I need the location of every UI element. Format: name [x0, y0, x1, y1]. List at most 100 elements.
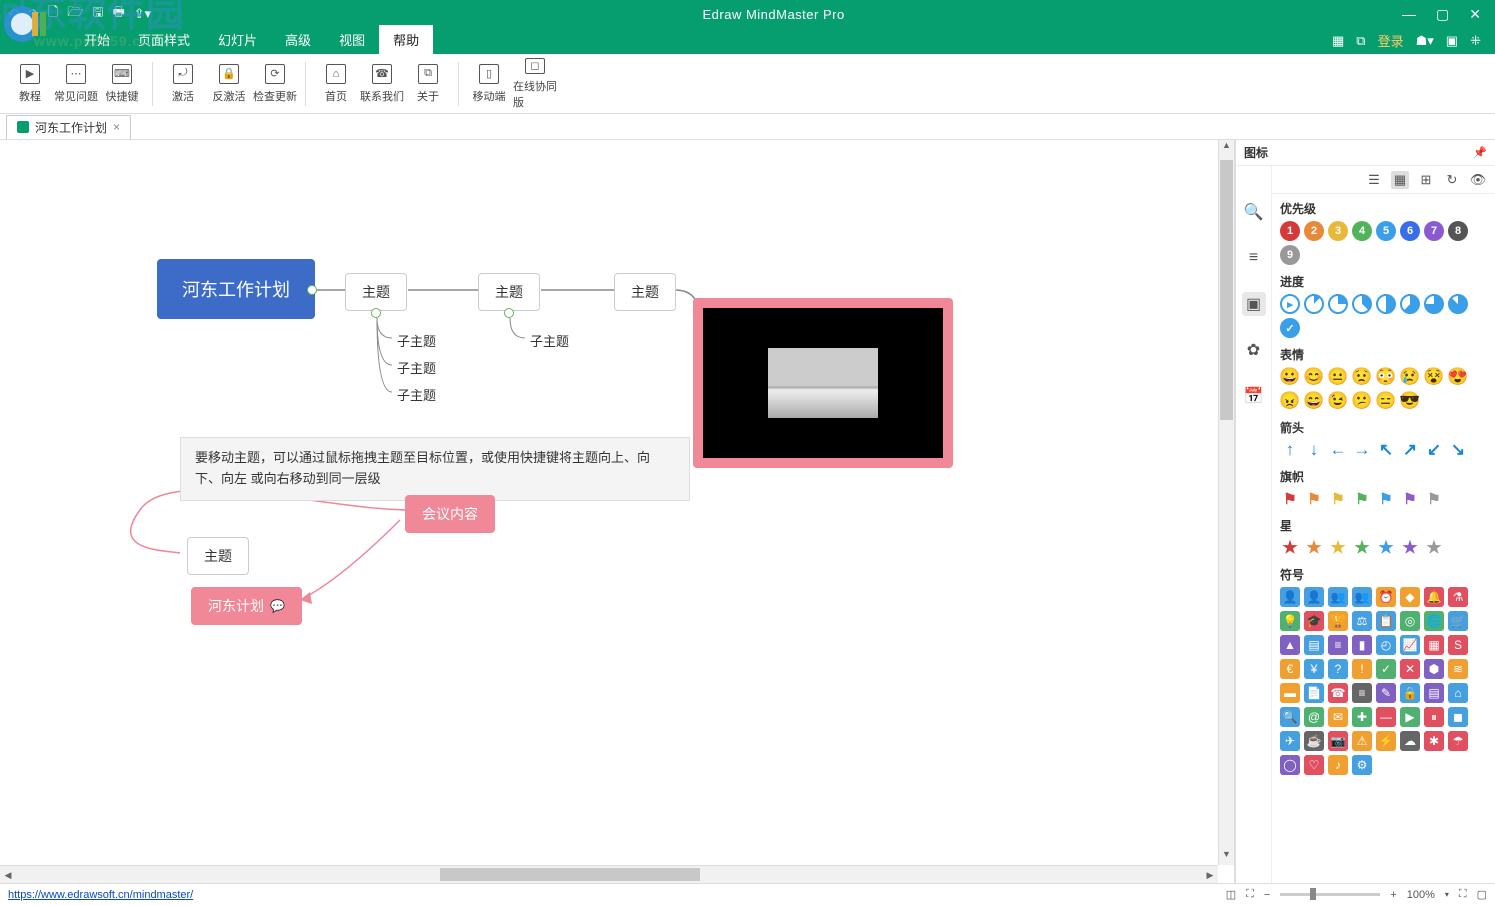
symbol-icon[interactable]: ▬ [1280, 683, 1300, 703]
panel-tool-4[interactable]: 👁 [1469, 171, 1487, 189]
star-icon[interactable]: ★ [1376, 538, 1396, 558]
maximize-button[interactable]: ▢ [1436, 6, 1449, 23]
expand-port[interactable] [504, 308, 514, 318]
progress-75-icon[interactable] [1424, 294, 1444, 314]
menu-tab-高级[interactable]: 高级 [271, 25, 325, 54]
symbol-icon[interactable]: ▤ [1304, 635, 1324, 655]
symbol-icon[interactable]: 🔍 [1280, 707, 1300, 727]
symbol-icon[interactable]: € [1280, 659, 1300, 679]
priority-8-icon[interactable]: 8 [1448, 221, 1468, 241]
symbol-icon[interactable]: ! [1352, 659, 1372, 679]
symbol-icon[interactable]: 📋 [1376, 611, 1396, 631]
symbol-icon[interactable]: ☎ [1328, 683, 1348, 703]
symbol-icon[interactable]: 🛒 [1448, 611, 1468, 631]
qat-button-4[interactable]: 🖫 [92, 3, 103, 25]
header-icon[interactable]: ⁜ [1470, 33, 1481, 49]
rail-item-1[interactable]: ≡ [1242, 246, 1266, 270]
ribbon-常见问题[interactable]: ⋯常见问题 [54, 58, 98, 110]
ribbon-在线协同版[interactable]: ◻在线协同版 [513, 58, 557, 110]
qat-button-6[interactable]: ⇪▾ [134, 6, 151, 22]
symbol-icon[interactable]: ⚗ [1448, 587, 1468, 607]
mindmap-topic-meeting[interactable]: 会议内容 [405, 495, 495, 533]
symbol-icon[interactable]: ☕ [1304, 731, 1324, 751]
progress-100-icon[interactable]: ✓ [1280, 318, 1300, 338]
mindmap-topic-node[interactable]: 主题 [478, 273, 540, 311]
emoji-icon[interactable]: 😳 [1376, 367, 1396, 387]
vertical-scrollbar[interactable]: ▲ ▼ [1218, 140, 1234, 865]
header-icon[interactable]: ☗▾ [1416, 33, 1434, 49]
symbol-icon[interactable]: ◯ [1280, 755, 1300, 775]
progress-12-icon[interactable] [1304, 294, 1324, 314]
symbol-icon[interactable]: S [1448, 635, 1468, 655]
ribbon-联系我们[interactable]: ☎联系我们 [360, 58, 404, 110]
mindmap-subtopic-node[interactable]: 子主题 [393, 356, 440, 379]
arrow-←-icon[interactable]: ← [1328, 440, 1348, 460]
header-icon[interactable]: ⧉ [1356, 33, 1365, 49]
symbol-icon[interactable]: ⌂ [1448, 683, 1468, 703]
symbol-icon[interactable]: ⚙ [1352, 755, 1372, 775]
symbol-icon[interactable]: 👥 [1352, 587, 1372, 607]
symbol-icon[interactable]: ✱ [1424, 731, 1444, 751]
rail-item-0[interactable]: 🔍 [1242, 200, 1266, 224]
ribbon-快捷键[interactable]: ⌨快捷键 [100, 58, 144, 110]
symbol-icon[interactable]: ✈ [1280, 731, 1300, 751]
qat-button-0[interactable]: ↶ [8, 6, 19, 22]
symbol-icon[interactable]: ☂ [1448, 731, 1468, 751]
emoji-icon[interactable]: 😑 [1376, 391, 1396, 411]
symbol-icon[interactable]: ▲ [1280, 635, 1300, 655]
priority-3-icon[interactable]: 3 [1328, 221, 1348, 241]
symbol-icon[interactable]: ◎ [1400, 611, 1420, 631]
view-icon[interactable]: ◫ [1226, 888, 1236, 901]
progress-87-icon[interactable] [1448, 294, 1468, 314]
flag-icon[interactable]: ⚑ [1424, 489, 1444, 509]
menu-tab-帮助[interactable]: 帮助 [379, 25, 433, 54]
symbol-icon[interactable]: 👤 [1280, 587, 1300, 607]
mindmap-subtopic-node[interactable]: 子主题 [393, 329, 440, 352]
arrow-↖-icon[interactable]: ↖ [1376, 440, 1396, 460]
zoom-out-button[interactable]: − [1264, 889, 1270, 901]
symbol-icon[interactable]: 🌐 [1424, 611, 1444, 631]
flag-icon[interactable]: ⚑ [1328, 489, 1348, 509]
canvas-area[interactable]: 河东工作计划 主题 主题 主题 子主题 子主题 子主题 子主题 要移动主题，可以… [0, 140, 1235, 883]
star-icon[interactable]: ★ [1352, 538, 1372, 558]
zoom-slider[interactable] [1280, 893, 1380, 896]
menu-tab-页面样式[interactable]: 页面样式 [124, 25, 204, 54]
minimize-button[interactable]: — [1402, 6, 1416, 23]
priority-9-icon[interactable]: 9 [1280, 245, 1300, 265]
menu-tab-开始[interactable]: 开始 [70, 25, 124, 54]
symbol-icon[interactable]: 👥 [1328, 587, 1348, 607]
emoji-icon[interactable]: 😊 [1304, 367, 1324, 387]
qat-button-2[interactable]: 🗋 [48, 3, 58, 25]
symbol-icon[interactable]: ≋ [1448, 659, 1468, 679]
flag-icon[interactable]: ⚑ [1376, 489, 1396, 509]
scroll-thumb[interactable] [440, 868, 700, 881]
scroll-down-arrow[interactable]: ▼ [1219, 849, 1234, 865]
symbol-icon[interactable]: ▶ [1400, 707, 1420, 727]
priority-2-icon[interactable]: 2 [1304, 221, 1324, 241]
progress-0-icon[interactable]: ▸ [1280, 294, 1300, 314]
qat-button-5[interactable]: 🖶 [112, 3, 124, 25]
emoji-icon[interactable]: 😐 [1328, 367, 1348, 387]
ribbon-反激活[interactable]: 🔒反激活 [207, 58, 251, 110]
symbol-icon[interactable]: ▮ [1352, 635, 1372, 655]
symbol-icon[interactable]: ¥ [1304, 659, 1324, 679]
symbol-icon[interactable]: 📷 [1328, 731, 1348, 751]
progress-50-icon[interactable] [1376, 294, 1396, 314]
emoji-icon[interactable]: 😄 [1304, 391, 1324, 411]
ribbon-检查更新[interactable]: ⟳检查更新 [253, 58, 297, 110]
panel-tool-0[interactable]: ☰ [1365, 171, 1383, 189]
star-icon[interactable]: ★ [1304, 538, 1324, 558]
arrow-→-icon[interactable]: → [1352, 440, 1372, 460]
priority-7-icon[interactable]: 7 [1424, 221, 1444, 241]
emoji-icon[interactable]: 😀 [1280, 367, 1300, 387]
symbol-icon[interactable]: ⬢ [1424, 659, 1444, 679]
symbol-icon[interactable]: ♪ [1328, 755, 1348, 775]
priority-6-icon[interactable]: 6 [1400, 221, 1420, 241]
symbol-icon[interactable]: ≡ [1328, 635, 1348, 655]
mindmap-subtopic-node[interactable]: 子主题 [393, 383, 440, 406]
priority-4-icon[interactable]: 4 [1352, 221, 1372, 241]
symbol-icon[interactable]: 📈 [1400, 635, 1420, 655]
ribbon-教程[interactable]: ▶教程 [8, 58, 52, 110]
symbol-icon[interactable]: 🎓 [1304, 611, 1324, 631]
symbol-icon[interactable]: ✕ [1400, 659, 1420, 679]
